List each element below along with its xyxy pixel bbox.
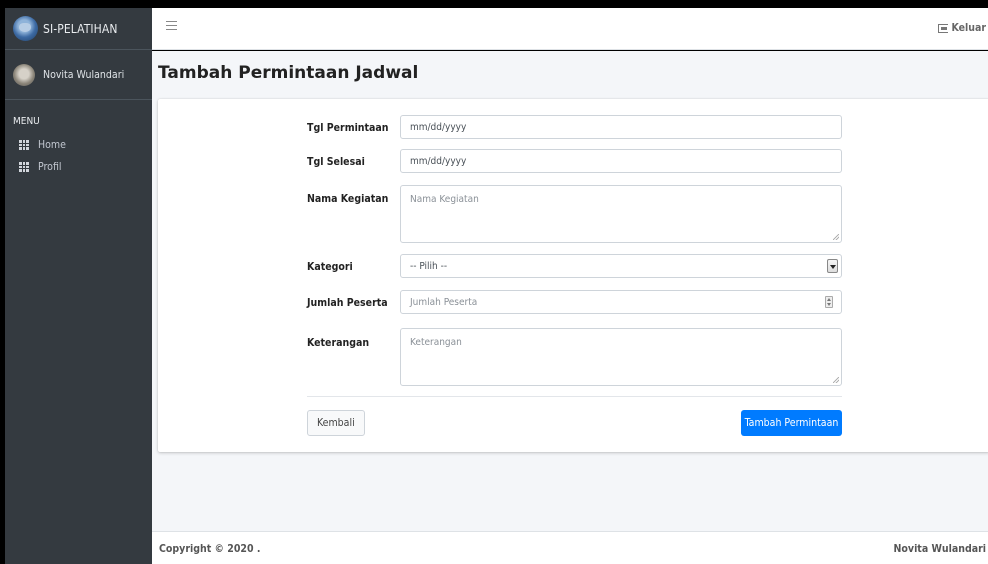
sidebar: SI-PELATIHAN Novita Wulandari MENU Home …: [5, 8, 152, 564]
jumlah-peserta-placeholder: Jumlah Peserta: [410, 296, 478, 308]
resize-handle-icon[interactable]: [833, 377, 839, 383]
chevron-down-icon[interactable]: [827, 259, 838, 273]
keterangan-textarea[interactable]: Keterangan: [400, 328, 842, 386]
jumlah-peserta-label: Jumlah Peserta: [307, 297, 388, 309]
resize-handle-icon[interactable]: [833, 234, 839, 240]
submit-request-button[interactable]: Tambah Permintaan: [741, 410, 842, 436]
brand-link[interactable]: SI-PELATIHAN: [5, 8, 152, 50]
top-navbar: Keluar: [152, 8, 988, 50]
menu-header: MENU: [13, 116, 40, 127]
form-divider: [307, 396, 842, 397]
jumlah-peserta-input[interactable]: Jumlah Peserta: [400, 290, 842, 314]
tgl-permintaan-label: Tgl Permintaan: [307, 122, 389, 134]
sidebar-item-label: Profil: [38, 161, 62, 173]
nama-kegiatan-textarea[interactable]: Nama Kegiatan: [400, 185, 842, 243]
tgl-selesai-value: mm/dd/yyyy: [410, 155, 467, 167]
grid-icon: [19, 162, 29, 172]
avatar: [13, 63, 35, 86]
kategori-select[interactable]: -- Pilih --: [400, 254, 842, 278]
back-button[interactable]: Kembali: [307, 410, 365, 436]
number-spinner-icon[interactable]: [825, 296, 833, 308]
sidebar-item-home[interactable]: Home: [5, 134, 152, 156]
logout-button[interactable]: Keluar: [938, 22, 986, 34]
footer-author: Novita Wulandari: [893, 543, 986, 555]
hamburger-icon[interactable]: [166, 21, 177, 31]
keterangan-label: Keterangan: [307, 337, 370, 349]
sidebar-item-label: Home: [38, 139, 66, 151]
footer: Copyright © 2020 . Novita Wulandari: [152, 531, 988, 564]
user-name: Novita Wulandari: [43, 68, 125, 81]
nama-kegiatan-label: Nama Kegiatan: [307, 193, 389, 205]
tgl-permintaan-value: mm/dd/yyyy: [410, 121, 467, 133]
grid-icon: [19, 140, 29, 150]
tgl-selesai-input[interactable]: mm/dd/yyyy: [400, 149, 842, 173]
content-wrapper: Tambah Permintaan Jadwal Tgl Permintaan …: [152, 51, 988, 531]
page-title: Tambah Permintaan Jadwal: [158, 63, 419, 83]
brand-text: SI-PELATIHAN: [43, 21, 118, 36]
kategori-selected: -- Pilih --: [410, 260, 448, 272]
form-card: Tgl Permintaan mm/dd/yyyy Tgl Selesai mm…: [158, 99, 988, 452]
kategori-label: Kategori: [307, 261, 353, 273]
tgl-selesai-label: Tgl Selesai: [307, 156, 365, 168]
user-panel[interactable]: Novita Wulandari: [5, 50, 152, 100]
nama-kegiatan-placeholder: Nama Kegiatan: [410, 194, 479, 205]
logout-label: Keluar: [951, 22, 986, 34]
sign-out-icon: [938, 23, 949, 33]
sidebar-item-profil[interactable]: Profil: [5, 156, 152, 178]
tgl-permintaan-input[interactable]: mm/dd/yyyy: [400, 115, 842, 139]
keterangan-placeholder: Keterangan: [410, 337, 462, 348]
brand-logo: [13, 16, 38, 41]
copyright-text: Copyright © 2020 .: [159, 543, 261, 555]
